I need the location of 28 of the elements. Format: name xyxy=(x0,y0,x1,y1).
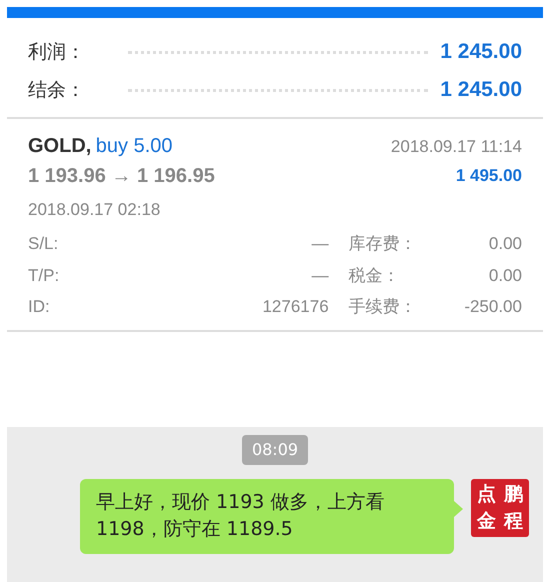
summary-label: 利润： xyxy=(28,40,86,65)
trade-prices: 1 193.96 → 1 196.95 xyxy=(28,164,215,189)
message-text: 早上好，现价 1193 做多，上方看 1198，防守在 1189.5 xyxy=(96,490,384,540)
detail-value: — xyxy=(312,233,330,255)
summary-value: 1 245.00 xyxy=(440,39,522,66)
detail-label: T/P: xyxy=(28,264,60,286)
detail-label: 库存费： xyxy=(348,233,417,255)
summary-label: 结余： xyxy=(28,78,86,103)
detail-label: 税金： xyxy=(348,264,400,286)
trade-profit: 1 495.00 xyxy=(456,165,522,188)
trade-side: buy 5.00 xyxy=(96,135,173,157)
summary-value: 1 245.00 xyxy=(440,77,522,104)
detail-value: 0.00 xyxy=(488,233,522,255)
detail-value: 0.00 xyxy=(488,264,522,286)
trade-symbol: GOLD, xyxy=(28,135,92,157)
detail-label: ID: xyxy=(28,296,50,318)
close-time: 2018.09.17 11:14 xyxy=(390,136,522,158)
logo-character: 金 xyxy=(476,508,497,534)
detail-value: 1276176 xyxy=(262,296,330,318)
detail-label: S/L: xyxy=(28,233,58,255)
chat-timestamp: 08:09 xyxy=(242,434,308,464)
logo-character: 鹏 xyxy=(502,482,524,506)
detail-value: -250.00 xyxy=(464,296,522,318)
detail-value: — xyxy=(312,264,330,286)
logo-character: 程 xyxy=(502,508,524,534)
open-time: 2018.09.17 02:18 xyxy=(28,200,160,219)
detail-label: 手续费： xyxy=(348,296,417,318)
logo-character: 点 xyxy=(476,482,497,506)
